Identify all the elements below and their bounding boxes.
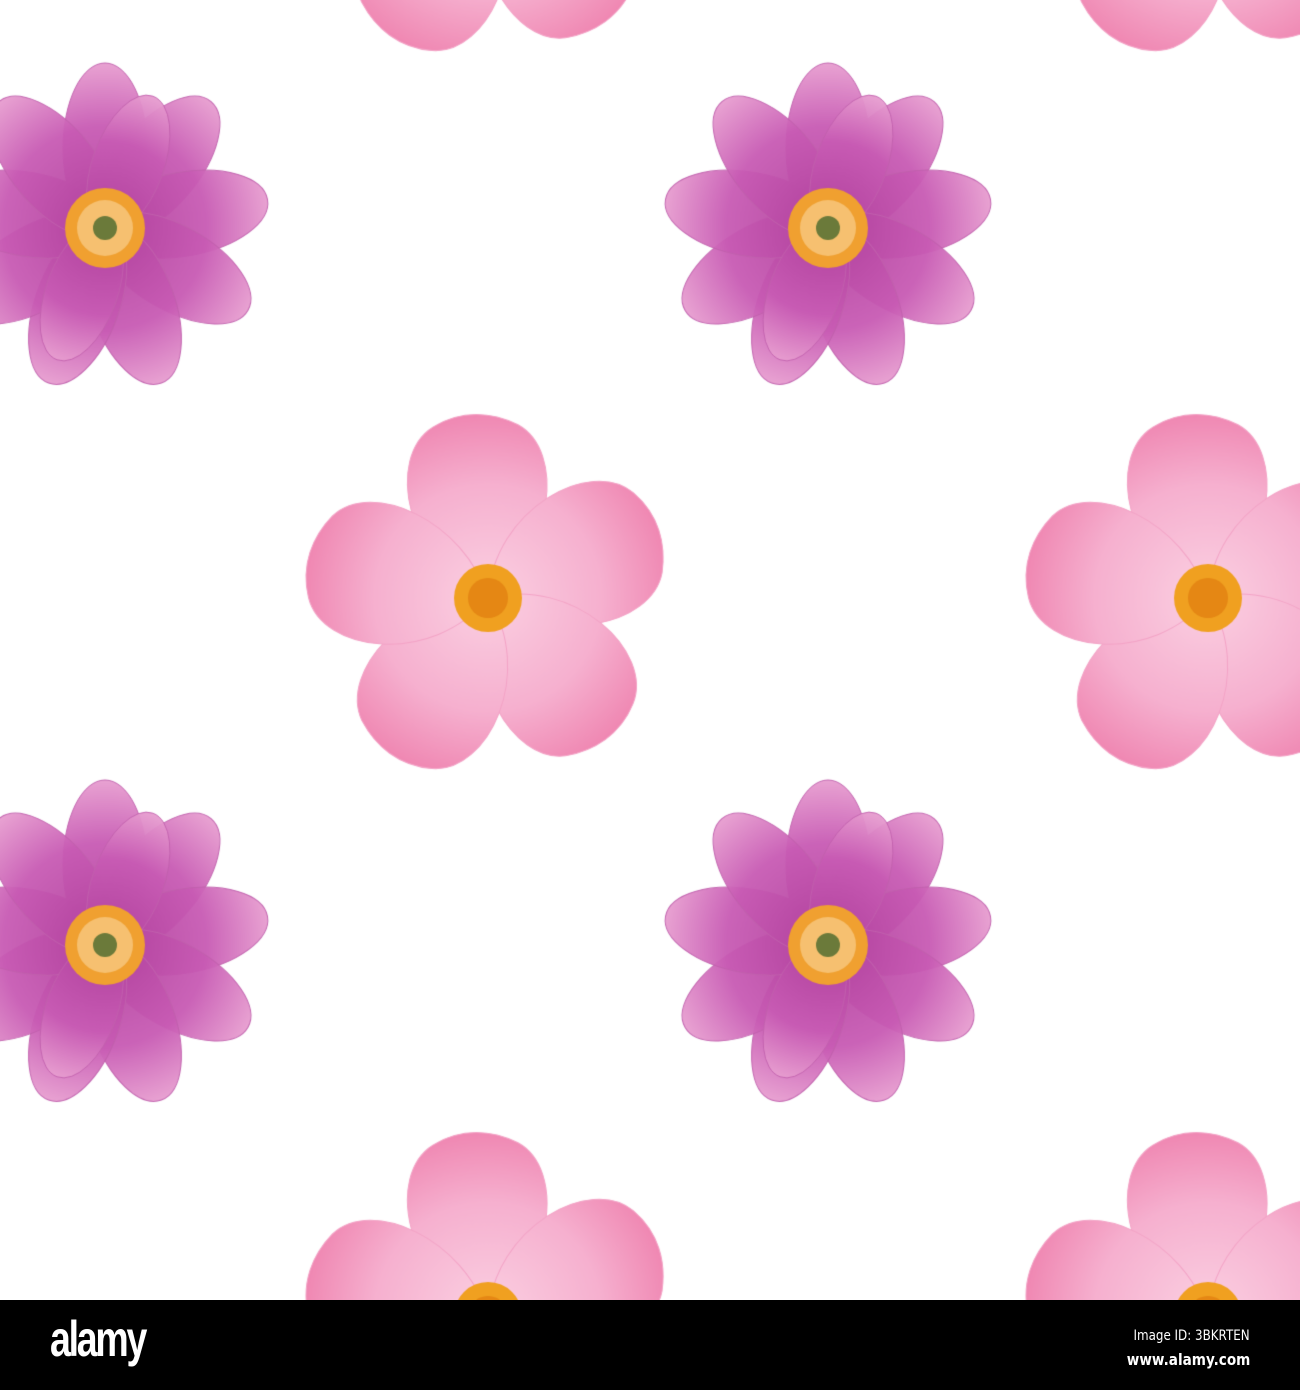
floral-pattern [0,0,1300,1300]
image-id: Image ID: 3BKRTEN [1133,1328,1250,1344]
site-url: www.alamy.com [1126,1350,1250,1369]
alamy-logo: alamy [50,1311,147,1367]
footer-bar: alamy Image ID: 3BKRTEN www.alamy.com [0,1300,1300,1390]
